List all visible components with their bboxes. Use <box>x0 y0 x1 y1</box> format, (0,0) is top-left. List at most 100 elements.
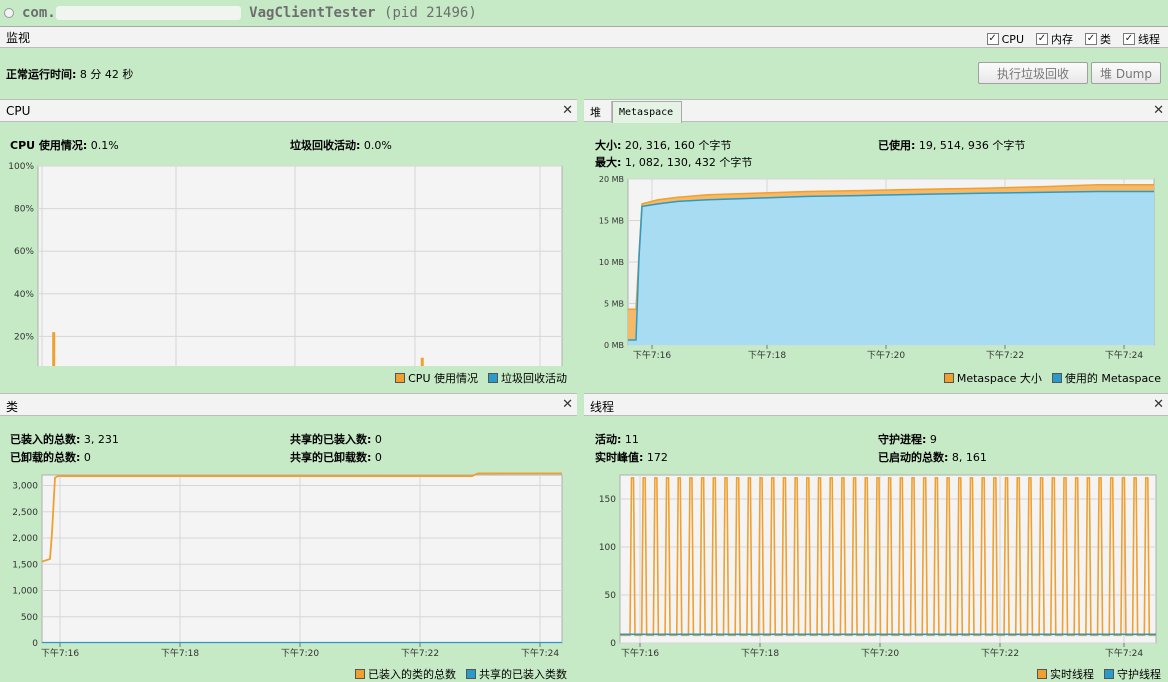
meta-size-stat: 大小: 20, 316, 160 个字节 <box>595 139 732 152</box>
y-tick-label: 1,000 <box>12 587 38 597</box>
tab-heap[interactable]: 堆 <box>584 101 612 123</box>
y-tick-label: 10 MB <box>599 258 624 267</box>
cpu-chart: 0%20%40%60%80%100%下午7:16下午7:18下午7:20下午7:… <box>8 162 563 366</box>
y-tick-label: 100% <box>8 162 34 172</box>
y-tick-label: 100 <box>599 543 616 553</box>
loaded-stat: 已装入的总数: 3, 231 <box>10 433 119 446</box>
monitor-checkboxes: ✓ CPU ✓ 内存 ✓ 类 ✓ 线程 <box>986 31 1160 47</box>
shared-loaded-stat: 共享的已装入数: 0 <box>290 433 382 446</box>
y-tick-label: 50 <box>605 591 617 601</box>
cpu-usage-bar <box>420 357 424 366</box>
x-tick-label: 下午7:16 <box>633 349 671 361</box>
daemon-threads-stat: 守护进程: 9 <box>878 433 937 446</box>
monitor-bar: 监视 ✓ CPU ✓ 内存 ✓ 类 ✓ 线程 <box>0 26 1168 48</box>
x-tick-label: 下午7:18 <box>741 647 779 659</box>
y-tick-label: 20% <box>14 332 34 342</box>
x-tick-label: 下午7:22 <box>401 647 439 659</box>
monitor-label: 监视 <box>6 30 31 45</box>
x-tick-label: 下午7:22 <box>986 349 1024 361</box>
checkbox-cpu[interactable]: ✓ CPU <box>986 31 1024 47</box>
live-threads-stat: 活动: 11 <box>595 433 639 446</box>
cpu-panel-title: CPU <box>6 104 31 118</box>
check-icon: ✓ <box>986 33 999 45</box>
y-tick-label: 80% <box>14 205 34 215</box>
y-tick-label: 20 MB <box>599 175 624 184</box>
x-tick-label: 下午7:20 <box>861 647 899 659</box>
title-pid: (pid 21496) <box>384 4 477 21</box>
memory-panel-header: 堆 Metaspace ✕ <box>584 99 1168 123</box>
close-icon[interactable]: ✕ <box>562 103 573 118</box>
title-prefix: com. <box>22 4 56 21</box>
cpu-usage-stat: CPU 使用情况: 0.1% <box>10 139 119 152</box>
legend-item: 共享的已装入类数 <box>466 666 567 682</box>
threads-legend: 实时线程 守护线程 <box>1037 666 1161 682</box>
check-icon: ✓ <box>1123 33 1135 45</box>
redacted-block <box>55 5 241 20</box>
y-tick-label: 2,500 <box>12 508 38 518</box>
x-tick-label: 下午7:24 <box>1105 349 1143 361</box>
y-tick-label: 60% <box>14 247 34 257</box>
y-tick-label: 15 MB <box>599 217 624 226</box>
perform-gc-button[interactable]: 执行垃圾回收 <box>978 62 1088 84</box>
cpu-legend: CPU 使用情况 垃圾回收活动 <box>395 370 567 386</box>
y-tick-label: 0 <box>32 639 38 649</box>
legend-item: 使用的 Metaspace <box>1051 370 1161 386</box>
y-tick-label: 5 MB <box>604 300 624 309</box>
uptime: 正常运行时间: 8 分 42 秒 <box>6 66 133 82</box>
checkbox-memory[interactable]: ✓ 内存 <box>1036 31 1073 47</box>
x-tick-label: 下午7:20 <box>867 349 905 361</box>
gc-activity-stat: 垃圾回收活动: 0.0% <box>290 139 392 152</box>
x-tick-label: 下午7:16 <box>621 647 659 659</box>
cpu-panel: CPU ✕ CPU 使用情况: 0.1% 垃圾回收活动: 0.0% 0%20%4… <box>0 99 577 391</box>
check-icon: ✓ <box>1036 33 1048 45</box>
legend-item: Metaspace 大小 <box>943 370 1042 386</box>
title-app-name: VagClientTester <box>249 4 376 21</box>
heap-dump-button[interactable]: 堆 Dump <box>1091 62 1161 84</box>
x-tick-label: 下午7:20 <box>281 647 319 659</box>
x-tick-label: 下午7:16 <box>41 647 79 659</box>
y-tick-label: 500 <box>21 613 38 623</box>
x-tick-label: 下午7:24 <box>521 647 559 659</box>
threads-chart: 0 50 100 150 下午7:16 下午7:18 下午7:20 下午7:22 下午7:24 <box>599 474 1157 659</box>
threads-panel: 线程 ✕ 活动: 11 实时峰值: 172 守护进程: 9 已启动的总数: 8,… <box>584 393 1168 682</box>
meta-used-stat: 已使用: 19, 514, 936 个字节 <box>878 139 1026 152</box>
legend-item: 垃圾回收活动 <box>488 370 567 386</box>
metaspace-legend: Metaspace 大小 使用的 Metaspace <box>943 370 1161 386</box>
window-title: com. VagClientTester (pid 21496) <box>22 5 477 21</box>
classes-panel: 类 ✕ 已装入的总数: 3, 231 已卸载的总数: 0 共享的已装入数: 0 … <box>0 393 577 682</box>
tab-metaspace[interactable]: Metaspace <box>612 101 682 123</box>
metaspace-chart: 0 MB 5 MB 10 MB 15 MB 20 MB 下午7:16 下午7:18 下午7:2… <box>599 175 1155 361</box>
checkbox-classes[interactable]: ✓ 类 <box>1085 31 1111 47</box>
window-titlebar: com. VagClientTester (pid 21496) <box>0 0 1168 25</box>
classes-legend: 已装入的类的总数 共享的已装入类数 <box>355 666 567 682</box>
y-tick-label: 0 MB <box>604 341 624 350</box>
cpu-panel-header: CPU ✕ <box>0 99 577 122</box>
classes-panel-title: 类 <box>6 400 19 414</box>
plot-area <box>41 474 563 644</box>
meta-max-stat: 最大: 1, 082, 130, 432 个字节 <box>595 156 753 169</box>
close-icon[interactable]: ✕ <box>1153 103 1164 118</box>
shared-unloaded-stat: 共享的已卸载数: 0 <box>290 451 382 464</box>
check-icon: ✓ <box>1085 33 1097 45</box>
classes-chart: 0 500 1,000 1,500 2,000 2,500 3,000 下午7:16 下午7:1… <box>12 472 563 659</box>
metaspace-used-area <box>628 191 1154 345</box>
close-icon[interactable]: ✕ <box>562 397 573 412</box>
y-tick-label: 1,500 <box>12 560 38 570</box>
x-tick-label: 下午7:18 <box>748 349 786 361</box>
checkbox-threads[interactable]: ✓ 线程 <box>1123 31 1160 47</box>
y-tick-label: 40% <box>14 290 34 300</box>
uptime-value: 8 分 42 秒 <box>79 68 134 81</box>
peak-threads-stat: 实时峰值: 172 <box>595 451 668 464</box>
y-tick-label: 0 <box>610 639 616 649</box>
close-icon[interactable]: ✕ <box>1153 397 1164 412</box>
app-icon <box>4 7 14 18</box>
uptime-label: 正常运行时间: <box>6 68 77 81</box>
classes-panel-header: 类 ✕ <box>0 393 577 416</box>
legend-item: 实时线程 <box>1037 666 1094 682</box>
threads-panel-header: 线程 ✕ <box>584 393 1168 416</box>
y-tick-label: 2,000 <box>12 534 38 544</box>
legend-item: 守护线程 <box>1104 666 1161 682</box>
x-tick-label: 下午7:22 <box>981 647 1019 659</box>
unloaded-stat: 已卸载的总数: 0 <box>10 451 91 464</box>
started-threads-stat: 已启动的总数: 8, 161 <box>878 451 987 464</box>
